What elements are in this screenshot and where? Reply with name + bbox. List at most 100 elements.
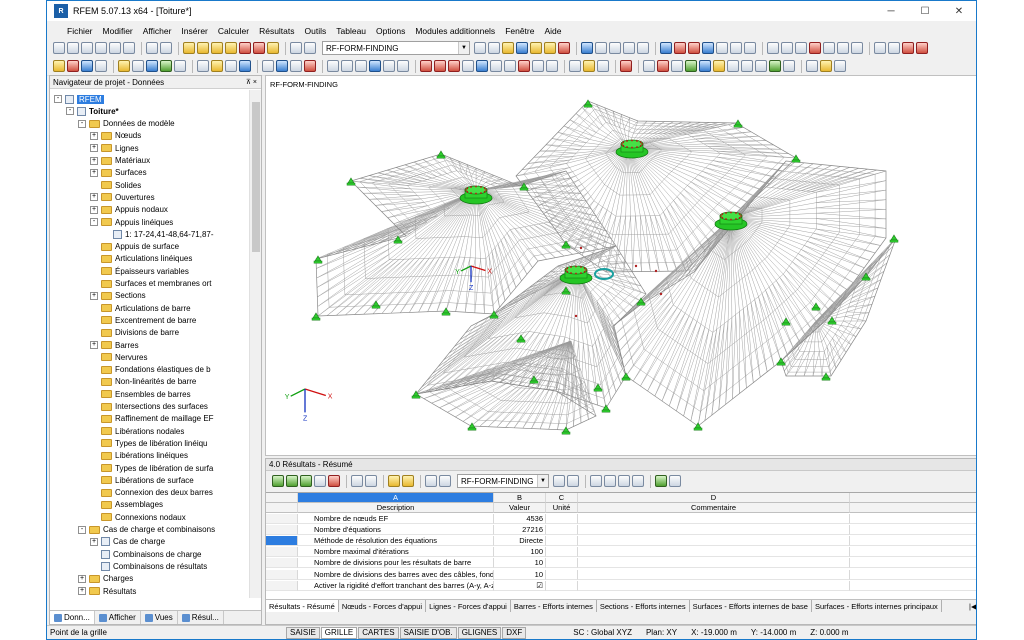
view-mode-icon[interactable] (388, 475, 400, 487)
results-tab-4[interactable]: Sections - Efforts internes (597, 600, 690, 612)
toolbar-icon[interactable] (132, 60, 144, 72)
navigator-scrollbar[interactable] (249, 90, 261, 598)
toolbar-icon[interactable] (211, 42, 223, 54)
toolbar-icon[interactable] (81, 42, 93, 54)
toolbar-icon[interactable] (448, 60, 460, 72)
toolbar-icon[interactable] (183, 42, 195, 54)
tree-item[interactable]: + Nœuds (90, 130, 141, 142)
table-cell[interactable] (266, 580, 298, 591)
toolbar-icon[interactable] (225, 42, 237, 54)
toolbar-icon[interactable] (397, 60, 409, 72)
results-tab-2[interactable]: Lignes - Forces d'appui (426, 600, 511, 612)
toolbar-icon[interactable] (95, 42, 107, 54)
toolbar-icon[interactable] (304, 60, 316, 72)
support-5[interactable] (890, 234, 898, 241)
rows-icon[interactable] (439, 475, 451, 487)
zoom-icon[interactable] (604, 475, 616, 487)
tree-item[interactable]: Solides (90, 179, 141, 191)
toolbar-icon[interactable] (518, 60, 530, 72)
navigator-tab-3[interactable]: Résul... (178, 611, 224, 624)
tree-item[interactable]: - Toiture* (66, 105, 119, 117)
support-23[interactable] (828, 316, 836, 323)
toolbar-icon[interactable] (276, 60, 288, 72)
toolbar-icon[interactable] (713, 60, 725, 72)
menu-item-0[interactable]: Fichier (47, 26, 98, 36)
table-cell[interactable] (266, 569, 298, 580)
table-cell[interactable] (266, 536, 298, 547)
toolbar-icon[interactable] (767, 42, 779, 54)
status-toggle-glignes[interactable]: GLIGNES (457, 626, 502, 639)
toolbar-icon[interactable] (474, 42, 486, 54)
toolbar-icon[interactable] (837, 42, 849, 54)
tree-item[interactable]: Libérations de surface (90, 474, 194, 486)
toolbar-icon[interactable] (174, 60, 186, 72)
tree-item[interactable]: Raffinement de maillage EF (90, 413, 214, 425)
table-icon[interactable] (300, 475, 312, 487)
toolbar-icon[interactable] (211, 60, 223, 72)
tree-item[interactable]: + Ouvertures (90, 191, 155, 203)
collapse-icon[interactable]: - (66, 107, 74, 116)
toolbar-icon[interactable] (581, 42, 593, 54)
status-toggle-cartes[interactable]: CARTES (358, 626, 399, 639)
toolbar-icon[interactable] (420, 60, 432, 72)
toolbar-icon[interactable] (685, 60, 697, 72)
table-cell[interactable] (266, 547, 298, 558)
expand-icon[interactable]: + (90, 291, 98, 300)
toolbar-icon[interactable] (369, 60, 381, 72)
toolbar-icon[interactable] (783, 60, 795, 72)
toolbar-icon[interactable] (160, 42, 172, 54)
toolbar-icon[interactable] (516, 42, 528, 54)
expand-icon[interactable]: + (90, 156, 98, 165)
toolbar-icon[interactable] (502, 42, 514, 54)
results-tab-6[interactable]: Surfaces - Efforts internes principaux (812, 600, 942, 612)
toolbar-icon[interactable] (744, 42, 756, 54)
tree-item[interactable]: Articulations linéiques (90, 253, 192, 265)
support-3[interactable] (734, 119, 742, 126)
tree-item[interactable]: + Surfaces (90, 167, 147, 179)
table-cell[interactable] (266, 503, 298, 513)
menu-item-7[interactable]: Tableau (331, 26, 371, 36)
tree-item[interactable]: + Sections (90, 290, 146, 302)
results-case-select[interactable]: RF-FORM-FINDING ▼ (457, 474, 549, 488)
filter-icon[interactable] (314, 475, 326, 487)
toolbar-icon[interactable] (225, 60, 237, 72)
expand-icon[interactable]: + (90, 205, 98, 214)
toolbar-icon[interactable] (81, 60, 93, 72)
tree-item[interactable]: + Barres (90, 339, 139, 351)
toolbar-icon[interactable] (95, 60, 107, 72)
toolbar-icon[interactable] (490, 60, 502, 72)
previous-table-icon[interactable] (351, 475, 363, 487)
tree-item[interactable]: Combinaisons de charge (90, 548, 202, 560)
tree-item[interactable]: Types de libération de surfa (90, 462, 213, 474)
membrane-model[interactable]: X Y Z X Y Z (266, 76, 977, 456)
scroll-thumb[interactable] (252, 102, 260, 252)
toolbar-icon[interactable] (671, 60, 683, 72)
menu-item-5[interactable]: Résultats (254, 26, 299, 36)
expand-icon[interactable]: + (90, 144, 98, 153)
toolbar-icon[interactable] (160, 60, 172, 72)
toolbar-icon[interactable] (532, 60, 544, 72)
expand-icon[interactable]: + (78, 587, 86, 595)
support-6[interactable] (314, 255, 322, 262)
status-toggle-saisie[interactable]: SAISIE (286, 626, 320, 639)
menu-item-9[interactable]: Modules additionnels (410, 26, 500, 36)
toolbar-icon[interactable] (304, 42, 316, 54)
table-icon[interactable] (272, 475, 284, 487)
arrow-left-icon[interactable] (553, 475, 565, 487)
table-cell[interactable] (266, 525, 298, 536)
toolbar-icon[interactable] (851, 42, 863, 54)
expand-icon[interactable]: + (90, 537, 98, 546)
collapse-icon[interactable]: - (78, 525, 86, 534)
navigator-tab-2[interactable]: Vues (141, 611, 178, 624)
print-icon[interactable] (669, 475, 681, 487)
tree-item[interactable]: Non-linéarités de barre (90, 376, 196, 388)
navigator-pin-close[interactable]: ⊼ × (246, 78, 261, 86)
tree-item[interactable]: Intersections des surfaces (90, 401, 208, 413)
toolbar-icon[interactable] (53, 60, 65, 72)
maximize-button[interactable]: ☐ (908, 1, 942, 21)
toolbar-icon[interactable] (595, 42, 607, 54)
excel-icon[interactable] (655, 475, 667, 487)
load-case-select[interactable]: RF-FORM-FINDING ▼ (322, 41, 470, 55)
tree-item[interactable]: Ensembles de barres (90, 388, 191, 400)
toolbar-icon[interactable] (239, 60, 251, 72)
